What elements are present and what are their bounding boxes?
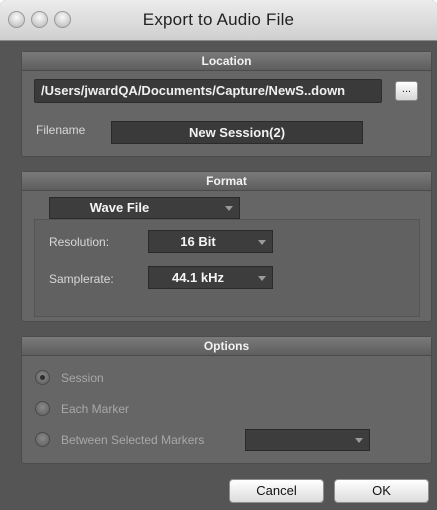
each-marker-radio[interactable]	[35, 401, 50, 416]
path-field[interactable]: /Users/jwardQA/Documents/Capture/NewS..d…	[34, 79, 382, 103]
chevron-down-icon	[355, 438, 363, 443]
export-dialog: Export to Audio File Location /Users/jwa…	[0, 0, 437, 510]
cancel-button[interactable]: Cancel	[229, 479, 324, 503]
filename-input[interactable]: New Session(2)	[111, 121, 363, 144]
file-type-dropdown[interactable]: Wave File	[49, 197, 240, 219]
options-header: Options	[22, 337, 431, 356]
browse-button[interactable]: ...	[395, 81, 418, 101]
options-panel: Options Session Each Marker Between Sele…	[21, 336, 432, 464]
format-settings-box: Resolution: 16 Bit Samplerate: 44.1 kHz	[34, 219, 420, 317]
chevron-down-icon	[258, 239, 266, 245]
resolution-label: Resolution:	[49, 235, 110, 249]
ok-button[interactable]: OK	[334, 479, 429, 503]
samplerate-dropdown[interactable]: 44.1 kHz	[148, 266, 273, 289]
session-radio[interactable]	[35, 370, 50, 385]
location-header: Location	[22, 52, 431, 71]
between-markers-radio-label[interactable]: Between Selected Markers	[61, 433, 204, 447]
window-title: Export to Audio File	[142, 10, 295, 29]
resolution-value: 16 Bit	[180, 234, 216, 249]
marker-dropdown[interactable]	[245, 429, 370, 451]
samplerate-value: 44.1 kHz	[171, 270, 225, 285]
file-type-value: Wave File	[89, 200, 150, 215]
filename-label: Filename	[36, 123, 86, 137]
between-markers-radio[interactable]	[35, 432, 50, 447]
chevron-down-icon	[258, 275, 266, 281]
resolution-dropdown[interactable]: 16 Bit	[148, 230, 273, 253]
format-panel: Format Wave File Resolution: 16 Bit Samp…	[21, 171, 432, 322]
title-bar: Export to Audio File	[0, 0, 437, 41]
location-panel: Location /Users/jwardQA/Documents/Captur…	[21, 51, 432, 157]
format-header: Format	[22, 172, 431, 191]
session-radio-label[interactable]: Session	[61, 371, 104, 385]
samplerate-label: Samplerate:	[49, 272, 114, 286]
chevron-down-icon	[225, 206, 233, 211]
each-marker-radio-label[interactable]: Each Marker	[61, 402, 129, 416]
